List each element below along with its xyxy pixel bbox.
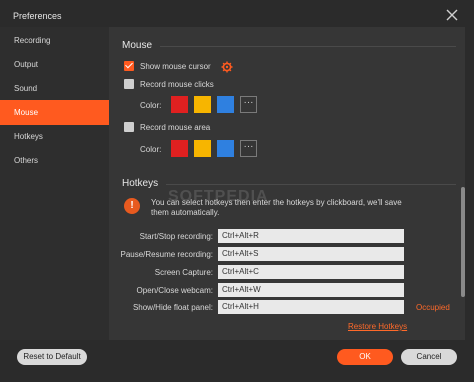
sidebar: Recording Output Sound Mouse Hotkeys Oth… — [0, 27, 109, 340]
area-color-label: Color: — [140, 145, 162, 154]
occupied-warning: Occupied — [416, 303, 450, 312]
sidebar-item-mouse[interactable]: Mouse — [0, 100, 109, 125]
clicks-color-swatch-blue[interactable] — [217, 96, 234, 113]
ok-button[interactable]: OK — [337, 349, 393, 365]
record-area-checkbox[interactable] — [124, 122, 134, 132]
hotkeys-section-title: Hotkeys — [122, 178, 159, 189]
hotkey-label: Start/Stop recording: — [139, 232, 213, 241]
area-color-swatch-yellow[interactable] — [194, 140, 211, 157]
sidebar-item-label: Output — [14, 60, 39, 69]
hotkey-label: Pause/Resume recording: — [120, 250, 214, 259]
sidebar-item-sound[interactable]: Sound — [0, 76, 109, 101]
sidebar-item-label: Sound — [14, 84, 38, 93]
area-color-swatch-blue[interactable] — [217, 140, 234, 157]
sidebar-item-label: Recording — [14, 36, 51, 45]
sidebar-item-label: Others — [14, 156, 39, 165]
close-icon[interactable] — [444, 7, 460, 23]
record-clicks-checkbox[interactable] — [124, 79, 134, 89]
record-clicks-label: Record mouse clicks — [140, 80, 214, 89]
gear-icon[interactable] — [221, 61, 233, 73]
hotkey-webcam-input[interactable]: Ctrl+Alt+W — [218, 283, 404, 297]
hotkey-start-stop-input[interactable]: Ctrl+Alt+R — [218, 229, 404, 243]
mouse-section-title: Mouse — [122, 40, 153, 51]
record-area-label: Record mouse area — [140, 123, 211, 132]
reset-to-default-button[interactable]: Reset to Default — [17, 349, 87, 365]
section-divider — [166, 184, 456, 185]
hotkey-label: Show/Hide float panel: — [132, 303, 213, 312]
sidebar-item-label: Mouse — [14, 108, 39, 117]
sidebar-item-recording[interactable]: Recording — [0, 28, 109, 53]
area-color-swatch-red[interactable] — [171, 140, 188, 157]
sidebar-item-output[interactable]: Output — [0, 52, 109, 77]
restore-hotkeys-link[interactable]: Restore Hotkeys — [348, 322, 407, 331]
hotkey-label: Screen Capture: — [154, 268, 213, 277]
clicks-color-swatch-yellow[interactable] — [194, 96, 211, 113]
window-title: Preferences — [13, 11, 62, 21]
clicks-color-label: Color: — [140, 101, 162, 110]
footer: Reset to Default OK Cancel — [0, 340, 474, 382]
scrollbar[interactable] — [461, 187, 465, 297]
hotkey-pause-resume-input[interactable]: Ctrl+Alt+S — [218, 247, 404, 261]
area-more-colors-button[interactable]: ··· — [240, 140, 257, 157]
show-cursor-label: Show mouse cursor — [140, 62, 211, 71]
cancel-button[interactable]: Cancel — [401, 349, 457, 365]
clicks-more-colors-button[interactable]: ··· — [240, 96, 257, 113]
hotkeys-info-text: You can select hotkeys then enter the ho… — [151, 198, 402, 217]
sidebar-item-label: Hotkeys — [14, 132, 43, 141]
sidebar-item-others[interactable]: Others — [0, 148, 109, 173]
hotkey-screen-capture-input[interactable]: Ctrl+Alt+C — [218, 265, 404, 279]
show-cursor-checkbox[interactable] — [124, 61, 134, 71]
info-icon: ! — [124, 198, 140, 214]
clicks-color-swatch-red[interactable] — [171, 96, 188, 113]
section-divider — [160, 46, 456, 47]
sidebar-item-hotkeys[interactable]: Hotkeys — [0, 124, 109, 149]
hotkey-label: Open/Close webcam: — [136, 286, 213, 295]
hotkey-float-panel-input[interactable]: Ctrl+Alt+H — [218, 300, 404, 314]
